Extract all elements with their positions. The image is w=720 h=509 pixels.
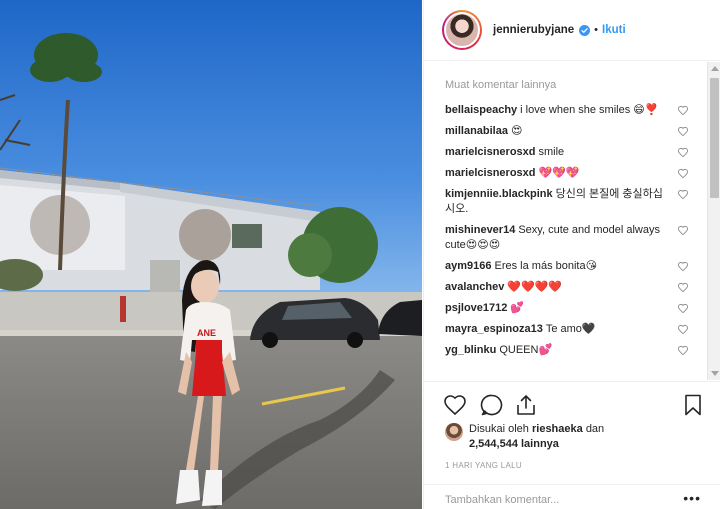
comment-username[interactable]: kimjenniie.blackpink [445,188,553,200]
comment-item: bellaispeachy i love when she smiles 😄❣️ [445,103,707,118]
comment-like-heart-icon[interactable] [677,126,689,137]
comment-username[interactable]: mishinever14 [445,224,515,236]
separator-dot: • [594,24,599,36]
comment-like-heart-icon[interactable] [677,345,689,356]
post-timestamp[interactable]: 1 HARI YANG LALU [445,461,522,470]
likes-text: Disukai oleh rieshaeka dan 2,544,544 lai… [469,422,604,452]
comment-text: 💖💖💖 [538,167,580,179]
profile-username[interactable]: jennierubyjane [493,24,574,36]
comment-username[interactable]: marielcisnerosxd [445,167,536,179]
comment-like-heart-icon[interactable] [677,303,689,314]
follow-button[interactable]: Ikuti [602,24,626,36]
comment-like-heart-icon[interactable] [677,168,689,179]
comment-item: marielcisnerosxd 💖💖💖 [445,166,707,181]
likes-middle: dan [585,423,605,435]
comment-text: 😍 [510,125,523,137]
comment-item: mayra_espinoza13 Te amo🖤 [445,322,707,337]
post-header: jennierubyjane • Ikuti [424,0,720,61]
comment-text: Eres la más bonita😘 [494,260,598,272]
comment-username[interactable]: psjlove1712 [445,302,507,314]
comment-username[interactable]: millanabilaa [445,125,508,137]
comment-text: QUEEN💕 [499,344,553,356]
comment-item: mishinever14 Sexy, cute and model always … [445,223,707,253]
comment-text: Te amo🖤 [545,323,596,335]
comment-item: yg_blinku QUEEN💕 [445,343,707,358]
comment-bubble-icon[interactable] [480,393,504,417]
verified-badge-icon [579,24,591,36]
load-more-comments-link[interactable]: Muat komentar lainnya [445,79,707,95]
likes-summary: Disukai oleh rieshaeka dan 2,544,544 lai… [445,422,705,452]
liker-username[interactable]: rieshaeka [532,423,583,435]
comment-username[interactable]: yg_blinku [445,344,496,356]
comment-text: i love when she smiles 😄❣️ [520,104,659,116]
comment-username[interactable]: bellaispeachy [445,104,517,116]
post-sidebar: jennierubyjane • Ikuti Muat komentar lai… [423,0,720,509]
comment-like-heart-icon[interactable] [677,225,689,236]
comment-item: psjlove1712 💕 [445,301,707,316]
post-photo: ANE [0,0,422,509]
comment-item: marielcisnerosxd smile [445,145,707,160]
comment-username[interactable]: avalanchev [445,281,504,293]
comment-text: ❤️❤️❤️❤️ [507,281,563,293]
comment-like-heart-icon[interactable] [677,189,689,200]
comment-like-heart-icon[interactable] [677,105,689,116]
likes-suffix[interactable]: lainnya [521,438,559,450]
comment-item: avalanchev ❤️❤️❤️❤️ [445,280,707,295]
comment-item: millanabilaa 😍 [445,124,707,139]
heart-icon[interactable] [443,393,467,417]
post-actions-bar [424,381,720,425]
scrollbar-thumb[interactable] [710,78,719,198]
comment-username[interactable]: aym9166 [445,260,492,272]
avatar-image [444,12,480,48]
more-options-icon[interactable]: ••• [683,491,701,505]
comment-username[interactable]: marielcisnerosxd [445,146,536,158]
svg-text:ANE: ANE [197,328,216,338]
likes-count[interactable]: 2,544,544 [469,438,518,450]
comment-text: 💕 [510,302,525,314]
profile-avatar[interactable] [442,10,482,50]
scroll-up-arrow-icon[interactable] [711,66,719,71]
share-upload-icon[interactable] [514,393,538,417]
comment-item: aym9166 Eres la más bonita😘 [445,259,707,274]
comment-item: kimjenniie.blackpink 당신의 본질에 충실하십시오. [445,187,707,217]
add-comment-bar: ••• [424,484,720,509]
liker-avatar[interactable] [445,423,463,441]
comment-username[interactable]: mayra_espinoza13 [445,323,543,335]
comments-list: Muat komentar lainnya bellaispeachy i lov… [424,62,707,380]
comment-like-heart-icon[interactable] [677,147,689,158]
add-comment-input[interactable] [445,494,665,506]
comment-like-heart-icon[interactable] [677,261,689,272]
comment-like-heart-icon[interactable] [677,324,689,335]
comment-text: smile [538,146,565,158]
comment-like-heart-icon[interactable] [677,282,689,293]
comments-scrollbar[interactable] [707,62,720,380]
scroll-down-arrow-icon[interactable] [711,371,719,376]
bookmark-icon[interactable] [681,393,705,417]
likes-prefix: Disukai oleh [469,423,529,435]
